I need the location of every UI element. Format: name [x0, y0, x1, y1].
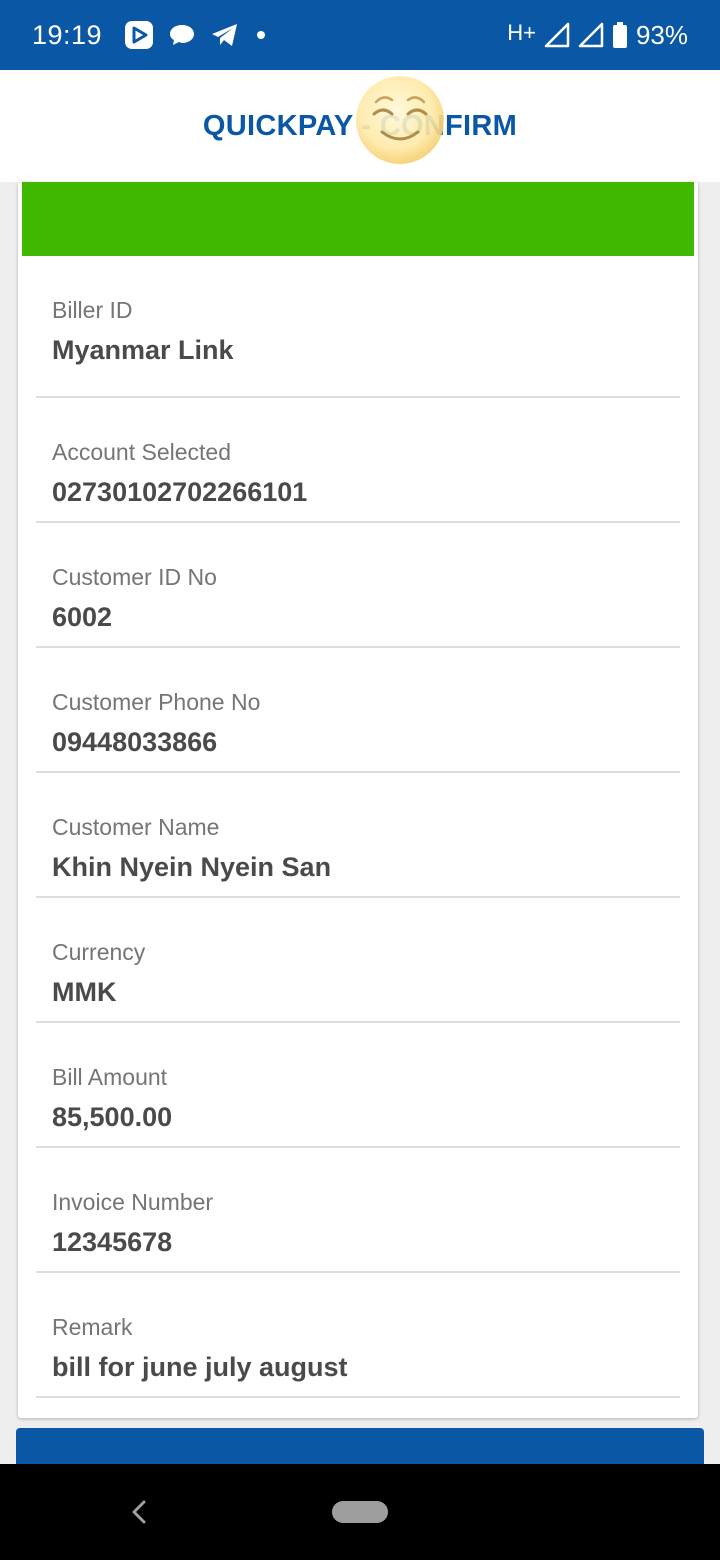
more-dot-icon [257, 31, 266, 39]
back-icon[interactable] [126, 1496, 152, 1528]
detail-row-customer-phone: Customer Phone No 09448033866 [36, 648, 680, 773]
detail-list: Biller ID Myanmar Link Account Selected … [36, 256, 680, 1398]
telegram-icon [212, 24, 238, 46]
detail-value: 12345678 [52, 1227, 173, 1257]
detail-label: Customer Name [52, 814, 220, 840]
signal-icon [544, 22, 570, 48]
detail-row-currency: Currency MMK [36, 898, 680, 1023]
battery-icon [612, 22, 627, 48]
detail-label: Bill Amount [52, 1064, 168, 1090]
detail-value: bill for june july august [52, 1352, 348, 1382]
detail-value: 02730102702266101 [52, 477, 308, 507]
status-time: 19:19 [32, 19, 103, 50]
battery-percent: 93% [635, 19, 688, 50]
detail-label: Account Selected [52, 439, 232, 465]
success-banner [22, 182, 694, 256]
detail-row-customer-name: Customer Name Khin Nyein Nyein San [36, 773, 680, 898]
detail-value: MMK [52, 977, 117, 1007]
navigation-bar [0, 1464, 720, 1560]
detail-row-account-selected: Account Selected 02730102702266101 [36, 398, 680, 523]
smiling-face-icon[interactable] [352, 72, 448, 168]
system-icons: H+ 93% [507, 20, 688, 51]
detail-row-bill-amount: Bill Amount 85,500.00 [36, 1023, 680, 1148]
detail-label: Invoice Number [52, 1189, 214, 1215]
chat-bubble-icon [170, 25, 195, 45]
notification-icons [124, 20, 268, 50]
detail-label: Remark [52, 1314, 133, 1340]
detail-row-biller-id: Biller ID Myanmar Link [36, 256, 680, 398]
network-type: H+ [507, 20, 536, 45]
detail-row-customer-id: Customer ID No 6002 [36, 523, 680, 648]
detail-value: 09448033866 [52, 727, 218, 757]
detail-value: Khin Nyein Nyein San [52, 852, 332, 882]
detail-row-invoice-number: Invoice Number 12345678 [36, 1148, 680, 1273]
detail-label: Customer Phone No [52, 689, 261, 715]
detail-label: Biller ID [52, 297, 133, 323]
detail-value: 6002 [52, 602, 113, 632]
home-pill[interactable] [332, 1501, 388, 1523]
detail-label: Currency [52, 939, 146, 965]
signal-icon-2 [578, 22, 604, 48]
detail-value: 85,500.00 [52, 1102, 173, 1132]
confirm-card: Biller ID Myanmar Link Account Selected … [18, 182, 698, 1418]
detail-label: Customer ID No [52, 564, 217, 590]
status-bar: 19:19 H+ 93% [0, 0, 720, 70]
detail-row-remark: Remark bill for june july august [36, 1273, 680, 1398]
play-store-icon [125, 21, 154, 49]
detail-value: Myanmar Link [52, 335, 234, 365]
